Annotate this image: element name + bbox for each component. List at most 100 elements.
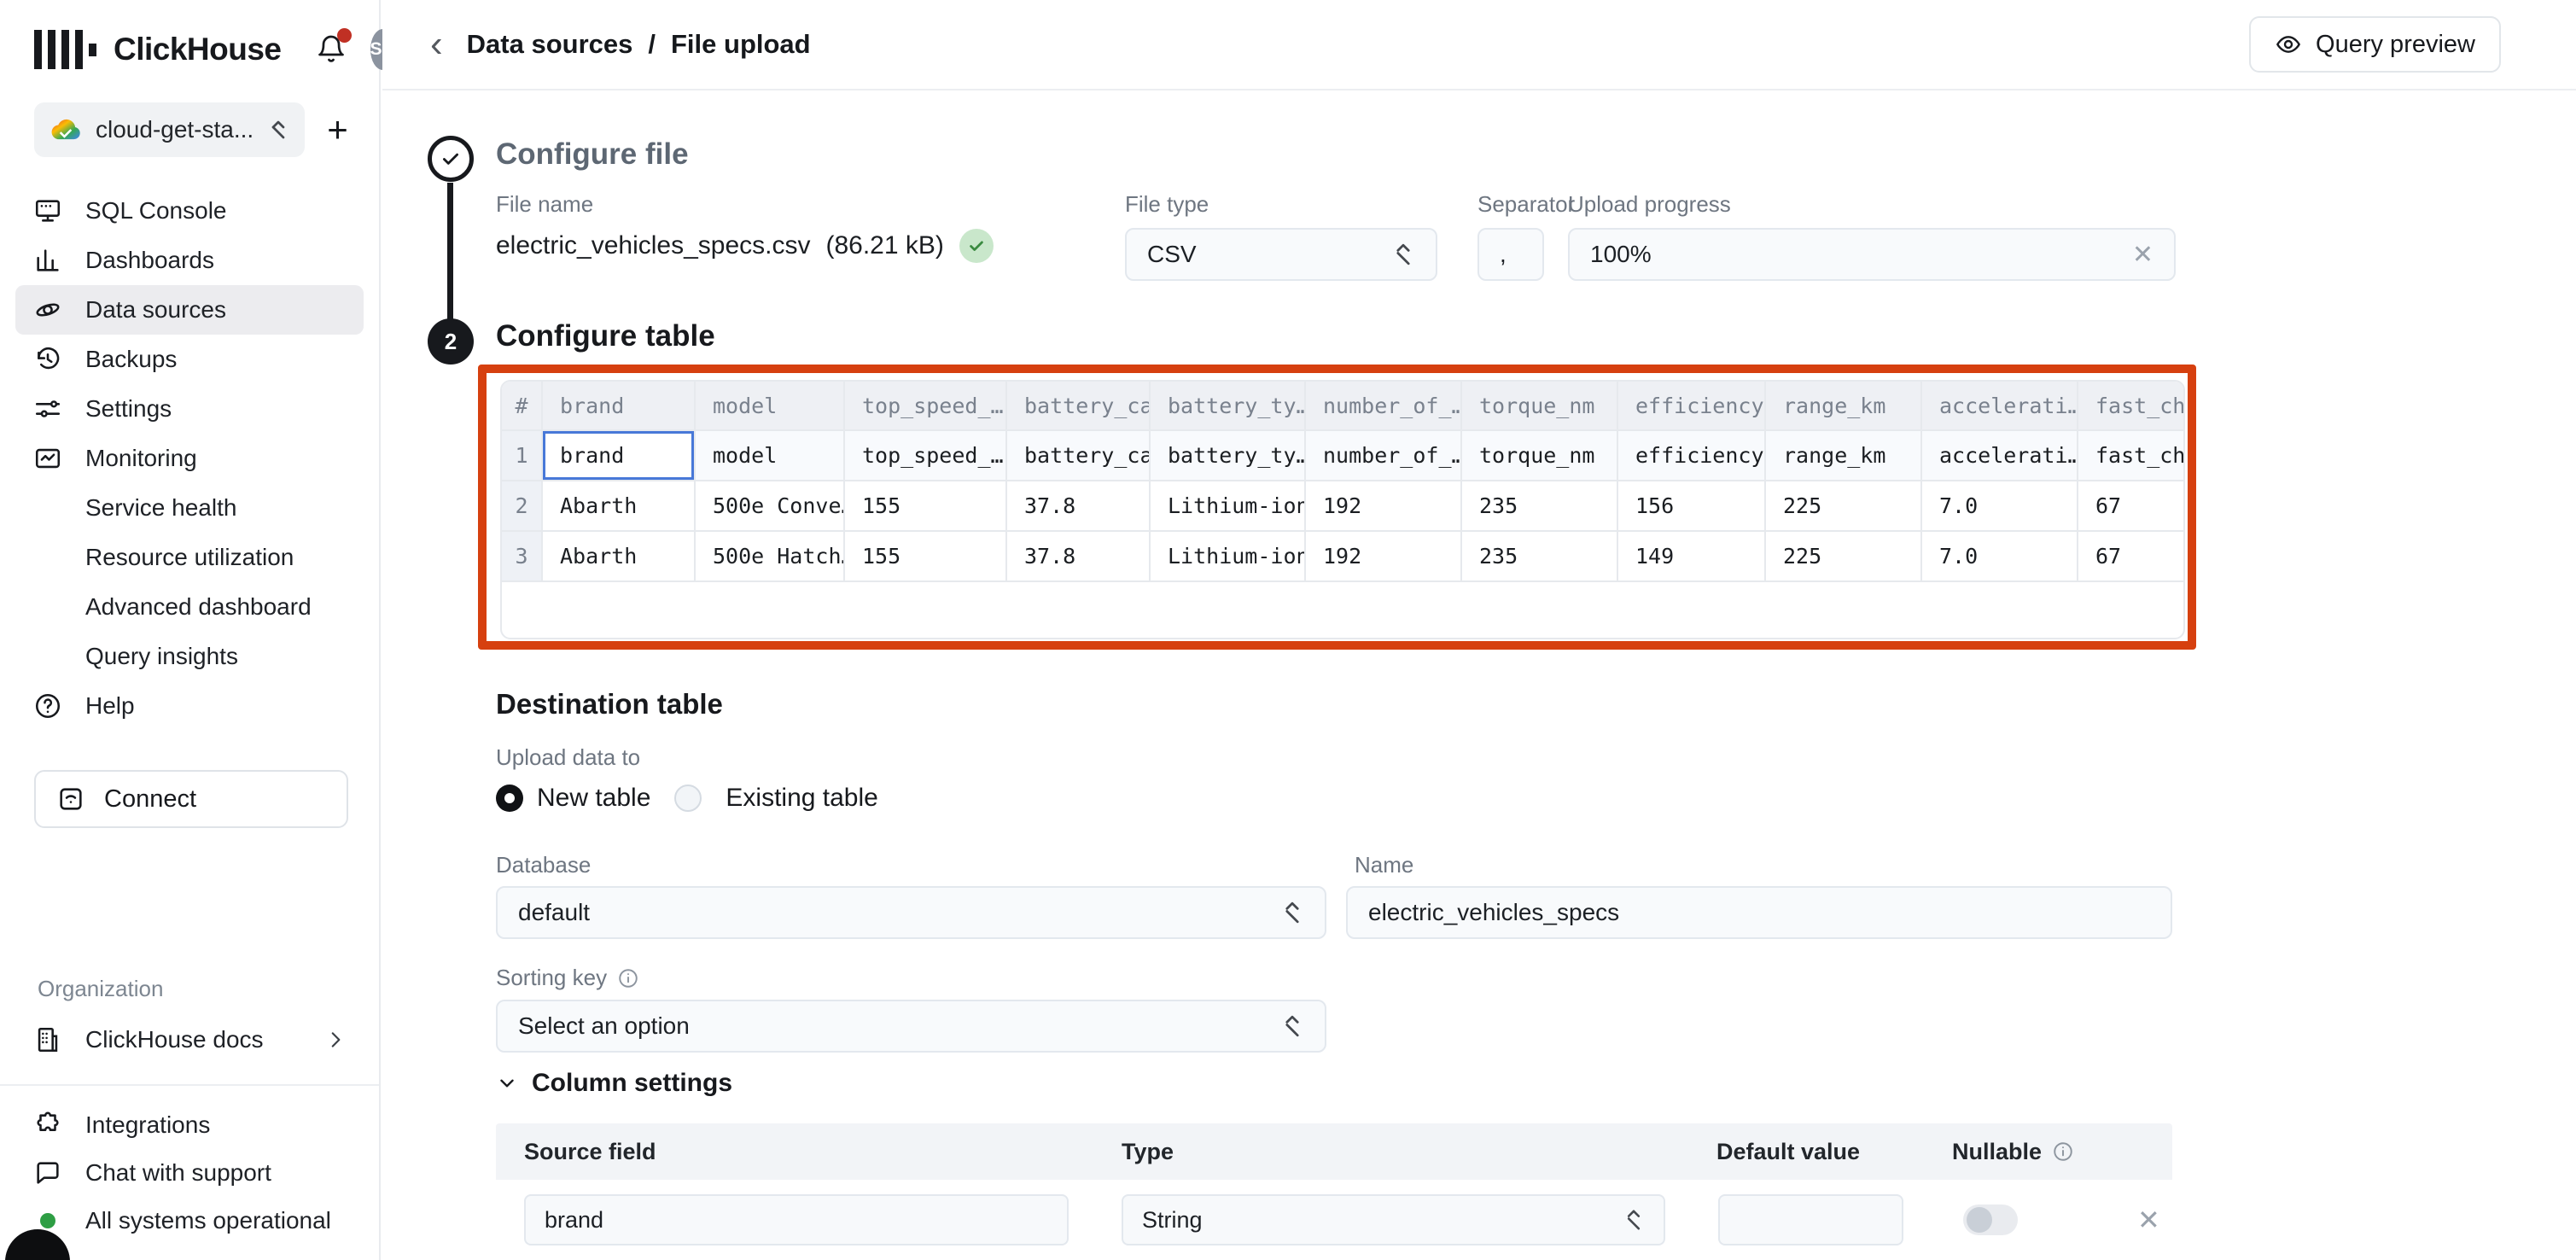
cell[interactable]: 235 <box>1462 532 1618 582</box>
cell[interactable]: fast_cha <box>2078 431 2185 481</box>
sidebar-item-system-status[interactable]: All systems operational <box>15 1197 364 1245</box>
default-value-input[interactable] <box>1718 1194 1903 1245</box>
default-value-header: Default value <box>1716 1139 1952 1165</box>
configure-file-title: Configure file <box>496 137 689 172</box>
sidebar-item-integrations[interactable]: Integrations <box>15 1101 364 1149</box>
cell[interactable]: battery_ca… <box>1007 431 1151 481</box>
breadcrumb-data-sources[interactable]: Data sources <box>467 29 633 60</box>
step-2-indicator: 2 <box>428 318 474 365</box>
connect-button[interactable]: Connect <box>34 770 348 828</box>
new-table-radio[interactable] <box>496 785 523 812</box>
sidebar-item-settings[interactable]: Settings <box>15 384 364 434</box>
cell[interactable]: accelerati… <box>1922 431 2078 481</box>
cell[interactable]: 235 <box>1462 481 1618 532</box>
cell[interactable]: Abarth <box>543 532 696 582</box>
sidebar-item-dashboards[interactable]: Dashboards <box>15 236 364 285</box>
cell[interactable]: 225 <box>1766 532 1922 582</box>
sidebar-item-clickhouse-docs[interactable]: ClickHouse docs <box>15 1016 364 1064</box>
backups-icon <box>32 345 63 374</box>
type-select[interactable]: String <box>1122 1194 1665 1245</box>
existing-table-radio-label[interactable]: Existing table <box>726 784 877 813</box>
cancel-upload-icon[interactable]: ✕ <box>2132 240 2153 270</box>
cell[interactable]: 67 <box>2078 532 2185 582</box>
notifications-bell-icon[interactable] <box>316 34 347 65</box>
cell[interactable]: 225 <box>1766 481 1922 532</box>
nullable-toggle[interactable] <box>1963 1205 2018 1235</box>
cell[interactable]: top_speed_… <box>845 431 1007 481</box>
add-service-button[interactable]: + <box>322 112 353 148</box>
query-preview-button[interactable]: Query preview <box>2249 16 2501 73</box>
info-icon <box>2052 1140 2074 1163</box>
database-select[interactable]: default <box>496 886 1326 939</box>
page-header: ‹ Data sources / File upload Query previ… <box>382 0 2576 90</box>
sql-console-icon <box>32 196 63 225</box>
remove-column-icon[interactable]: ✕ <box>2137 1204 2160 1236</box>
cell[interactable]: 7.0 <box>1922 481 2078 532</box>
cell[interactable]: number_of_… <box>1306 431 1462 481</box>
sidebar-item-label: Integrations <box>85 1111 210 1139</box>
chevron-updown-icon <box>1623 1206 1645 1234</box>
cell[interactable]: 37.8 <box>1007 532 1151 582</box>
upload-progress-label: Upload progress <box>1568 191 1731 218</box>
cell[interactable]: efficiency… <box>1618 431 1766 481</box>
sidebar-item-sql-console[interactable]: SQL Console <box>15 186 364 236</box>
chevron-updown-icon <box>1280 898 1304 927</box>
table-name-input[interactable]: electric_vehicles_specs <box>1346 886 2172 939</box>
cell[interactable]: 7.0 <box>1922 532 2078 582</box>
sidebar-item-advanced-dashboard[interactable]: Advanced dashboard <box>15 582 364 632</box>
sidebar-divider <box>0 1084 379 1086</box>
service-selector[interactable]: cloud-get-sta... <box>34 102 305 157</box>
sorting-key-select[interactable]: Select an option <box>496 1000 1326 1053</box>
cell[interactable]: 37.8 <box>1007 481 1151 532</box>
existing-table-radio[interactable] <box>674 785 702 812</box>
file-name-label: File name <box>496 191 593 218</box>
cell[interactable]: 155 <box>845 481 1007 532</box>
file-type-value: CSV <box>1147 241 1391 268</box>
cell[interactable]: model <box>696 431 845 481</box>
separator-input[interactable]: , <box>1477 228 1544 281</box>
toggle-knob <box>1967 1207 1992 1233</box>
column-header: accelerati… <box>1922 382 2078 431</box>
cell[interactable]: 192 <box>1306 532 1462 582</box>
chevron-right-icon <box>324 1029 347 1051</box>
new-table-radio-label[interactable]: New table <box>537 784 650 813</box>
cell[interactable]: Abarth <box>543 481 696 532</box>
nullable-header-row: Nullable <box>1952 1139 2074 1165</box>
cell[interactable]: Lithium-ion <box>1151 481 1306 532</box>
name-label: Name <box>1355 852 1413 878</box>
cell[interactable]: 155 <box>845 532 1007 582</box>
sidebar-item-label: Resource utilization <box>85 544 294 571</box>
sidebar-item-chat-support[interactable]: Chat with support <box>15 1149 364 1197</box>
sidebar-item-backups[interactable]: Backups <box>15 335 364 384</box>
chevron-down-icon <box>496 1072 518 1094</box>
sidebar-item-help[interactable]: Help <box>15 681 364 731</box>
cell[interactable]: 156 <box>1618 481 1766 532</box>
sidebar-item-monitoring[interactable]: Monitoring <box>15 434 364 483</box>
docs-building-icon <box>32 1025 63 1054</box>
cell[interactable]: torque_nm <box>1462 431 1618 481</box>
sidebar-item-data-sources[interactable]: Data sources <box>15 285 364 335</box>
cell[interactable]: 192 <box>1306 481 1462 532</box>
sidebar-item-resource-utilization[interactable]: Resource utilization <box>15 533 364 582</box>
back-chevron-icon[interactable]: ‹ <box>430 26 443 63</box>
sidebar-item-label: Monitoring <box>85 445 197 472</box>
table-row: 3 Abarth 500e Hatch… 155 37.8 Lithium-io… <box>502 532 2185 582</box>
main-area: ‹ Data sources / File upload Query previ… <box>382 0 2576 1260</box>
column-header: battery_ty… <box>1151 382 1306 431</box>
help-icon <box>32 691 63 720</box>
cell[interactable]: 149 <box>1618 532 1766 582</box>
column-settings-toggle[interactable]: Column settings <box>496 1069 732 1098</box>
source-field-input[interactable]: brand <box>524 1194 1069 1245</box>
sidebar-item-query-insights[interactable]: Query insights <box>15 632 364 681</box>
cell[interactable]: range_km <box>1766 431 1922 481</box>
cell[interactable]: Lithium-ion <box>1151 532 1306 582</box>
cell[interactable]: 500e Conve… <box>696 481 845 532</box>
cell[interactable]: 67 <box>2078 481 2185 532</box>
selected-cell[interactable]: brand <box>543 431 696 481</box>
cell[interactable]: 500e Hatch… <box>696 532 845 582</box>
file-type-select[interactable]: CSV <box>1125 228 1437 281</box>
sidebar-item-service-health[interactable]: Service health <box>15 483 364 533</box>
notification-dot <box>337 28 352 43</box>
sorting-key-label: Sorting key <box>496 965 607 991</box>
cell[interactable]: battery_ty… <box>1151 431 1306 481</box>
